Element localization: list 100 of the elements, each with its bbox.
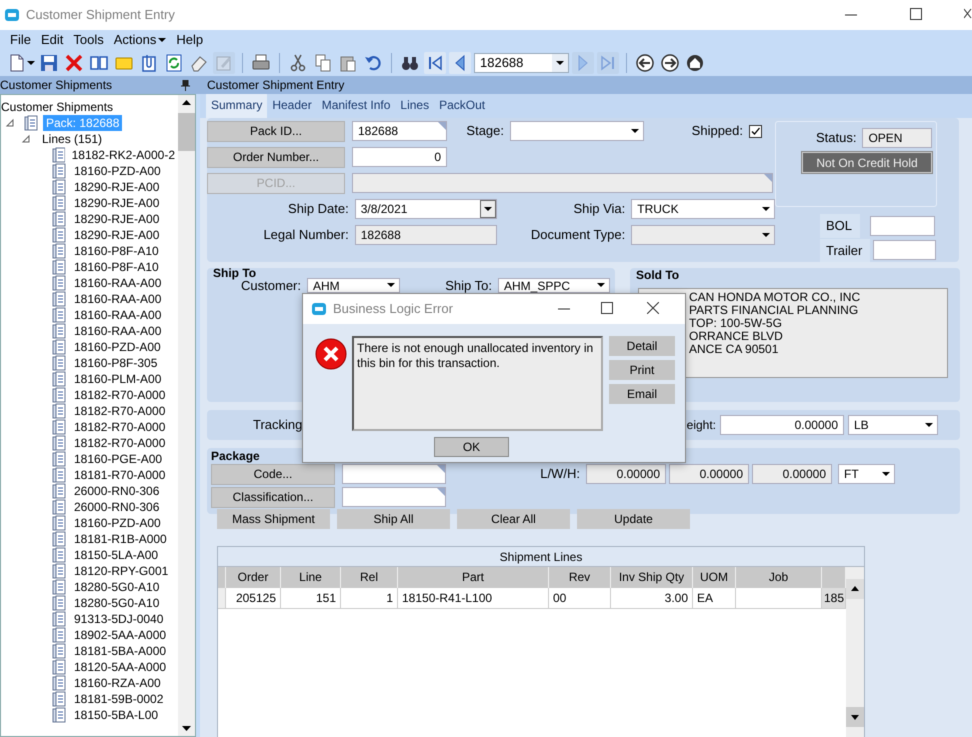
tree-item[interactable]: 18181-R1B-A000 bbox=[71, 531, 170, 547]
tree-item[interactable]: Lines (151) bbox=[39, 131, 106, 147]
tree-item[interactable]: 18120-RPY-G001 bbox=[71, 563, 172, 579]
lookup-button[interactable]: Order Number... bbox=[207, 146, 345, 168]
combo-box[interactable]: FT bbox=[838, 464, 895, 484]
tree-item[interactable]: 18160-P8F-A10 bbox=[71, 259, 162, 275]
tab[interactable]: Summary bbox=[206, 94, 268, 118]
checkbox[interactable] bbox=[749, 124, 762, 138]
column-header[interactable]: Part bbox=[398, 567, 549, 588]
date-picker[interactable]: 3/8/2021 bbox=[354, 199, 498, 219]
scrollbar-thumb[interactable] bbox=[178, 113, 195, 151]
tree-item[interactable]: 18160-RAA-A00 bbox=[71, 307, 164, 323]
dialog-button[interactable]: Detail bbox=[609, 336, 675, 356]
expander-icon[interactable] bbox=[5, 118, 15, 128]
tree-item[interactable]: 18160-RZA-A00 bbox=[71, 675, 164, 691]
tree-item[interactable]: 18160-RAA-A00 bbox=[71, 323, 164, 339]
tree-item[interactable]: 26000-RN0-306 bbox=[71, 483, 162, 499]
input-field[interactable]: 182688 bbox=[354, 225, 498, 245]
input-field[interactable]: 0.00000 bbox=[586, 464, 666, 484]
input-field[interactable] bbox=[342, 464, 446, 484]
close-icon[interactable] bbox=[964, 8, 972, 20]
tree-item[interactable]: 18160-RAA-A00 bbox=[71, 291, 164, 307]
tree-item[interactable]: 18160-PGE-A00 bbox=[71, 451, 166, 467]
maximize-icon[interactable] bbox=[910, 8, 922, 20]
expander-icon[interactable] bbox=[21, 134, 31, 144]
maximize-icon[interactable] bbox=[601, 302, 613, 314]
scroll-down-icon[interactable] bbox=[846, 707, 864, 727]
record-combo[interactable]: 182688 bbox=[474, 53, 569, 73]
tree-item[interactable]: 18182-R70-A000 bbox=[71, 419, 168, 435]
action-button[interactable]: Ship All bbox=[337, 509, 450, 529]
tab[interactable]: Header bbox=[267, 94, 317, 118]
home-icon[interactable] bbox=[684, 52, 706, 74]
tree-item[interactable]: 91313-5DJ-0040 bbox=[71, 611, 166, 627]
previous-record-icon[interactable] bbox=[449, 52, 471, 74]
dialog-button[interactable]: Email bbox=[609, 384, 675, 404]
lookup-button[interactable]: Code... bbox=[211, 464, 335, 484]
tree-item[interactable]: 18160-RAA-A00 bbox=[71, 275, 164, 291]
tree-item[interactable]: 18182-RK2-A000-2 bbox=[68, 147, 178, 163]
tree-item[interactable]: 18290-RJE-A00 bbox=[71, 227, 162, 243]
tree-item[interactable]: 18160-P8F-A10 bbox=[71, 243, 162, 259]
tree-item[interactable]: 18160-PZD-A00 bbox=[71, 339, 164, 355]
pin-icon[interactable] bbox=[181, 80, 190, 90]
tree-item[interactable]: 18182-R70-A000 bbox=[71, 403, 168, 419]
column-header[interactable]: Order bbox=[226, 567, 281, 588]
combo-box[interactable]: LB bbox=[848, 415, 938, 435]
input-field[interactable]: 182688 bbox=[352, 121, 447, 141]
save-icon[interactable] bbox=[38, 52, 60, 74]
tree-item[interactable]: 18160-PZD-A00 bbox=[71, 515, 164, 531]
combo-box[interactable]: AHM bbox=[307, 278, 400, 293]
input-field[interactable]: 0.00000 bbox=[669, 464, 749, 484]
action-button[interactable]: Clear All bbox=[457, 509, 570, 529]
tree-item[interactable]: 18280-5G0-A10 bbox=[71, 595, 162, 611]
tab[interactable]: Manifest Info bbox=[316, 94, 396, 118]
delete-icon[interactable] bbox=[63, 52, 85, 74]
tree-item[interactable]: 18160-PZD-A00 bbox=[71, 163, 164, 179]
tree-item[interactable]: 18160-PLM-A00 bbox=[71, 371, 164, 387]
tree-item[interactable]: 18182-R70-A000 bbox=[71, 387, 168, 403]
column-header[interactable]: Inv Ship Qty bbox=[611, 567, 693, 588]
scroll-up-icon[interactable] bbox=[846, 579, 864, 599]
tree-item[interactable]: 18290-RJE-A00 bbox=[71, 179, 162, 195]
tree-item[interactable]: 18160-P8F-305 bbox=[71, 355, 160, 371]
tree-item[interactable]: 18181-R70-A000 bbox=[71, 467, 168, 483]
tree-item[interactable]: 18181-59B-0002 bbox=[71, 691, 166, 707]
action-button[interactable]: Update bbox=[577, 509, 690, 529]
combo-box[interactable]: TRUCK bbox=[631, 199, 775, 219]
input-field[interactable] bbox=[352, 173, 773, 193]
input-field[interactable]: 0.00000 bbox=[752, 464, 832, 484]
combo-box[interactable]: AHM_SPPC bbox=[498, 278, 610, 293]
column-header[interactable]: Job bbox=[736, 567, 822, 588]
menu-item[interactable]: Help bbox=[172, 30, 210, 50]
tree-item[interactable]: 18120-5AA-A000 bbox=[71, 659, 170, 675]
menu-item[interactable]: Actions bbox=[110, 30, 172, 50]
column-header[interactable]: Rev bbox=[549, 567, 611, 588]
tab[interactable]: PackOut bbox=[434, 94, 490, 118]
column-header[interactable]: UOM bbox=[693, 567, 736, 588]
input-field[interactable] bbox=[870, 216, 936, 236]
first-record-icon[interactable] bbox=[424, 52, 446, 74]
status-field[interactable]: OPEN bbox=[862, 128, 932, 148]
tree-item[interactable]: Customer Shipments bbox=[1, 99, 116, 115]
input-field[interactable] bbox=[342, 487, 446, 507]
column-header[interactable]: Line bbox=[281, 567, 341, 588]
lookup-button[interactable]: Classification... bbox=[211, 486, 335, 508]
ok-button[interactable]: OK bbox=[434, 437, 509, 457]
tree-item[interactable]: 18902-5AA-A000 bbox=[71, 627, 170, 643]
tree-item[interactable]: 26000-RN0-306 bbox=[71, 499, 162, 515]
input-field[interactable]: 0 bbox=[352, 147, 447, 167]
input-field[interactable]: 0.00000 bbox=[720, 415, 844, 435]
tree-item[interactable]: 18181-5BA-A000 bbox=[71, 643, 170, 659]
menu-item[interactable]: Edit bbox=[36, 30, 70, 50]
action-button[interactable]: Mass Shipment bbox=[217, 509, 330, 529]
tree-item[interactable]: 18280-5G0-A10 bbox=[71, 579, 162, 595]
close-icon[interactable] bbox=[647, 302, 659, 314]
menu-item[interactable]: File bbox=[6, 30, 37, 50]
dialog-button[interactable]: Print bbox=[609, 360, 675, 380]
input-field[interactable] bbox=[873, 240, 936, 260]
tab[interactable]: Lines bbox=[395, 94, 434, 118]
tree-item[interactable]: 18290-RJE-A00 bbox=[71, 195, 162, 211]
credit-hold-button[interactable]: Not On Credit Hold bbox=[802, 152, 932, 173]
tree-item[interactable]: 18150-5LA-A00 bbox=[71, 547, 162, 563]
tree-item[interactable]: 18182-R70-A000 bbox=[71, 435, 168, 451]
